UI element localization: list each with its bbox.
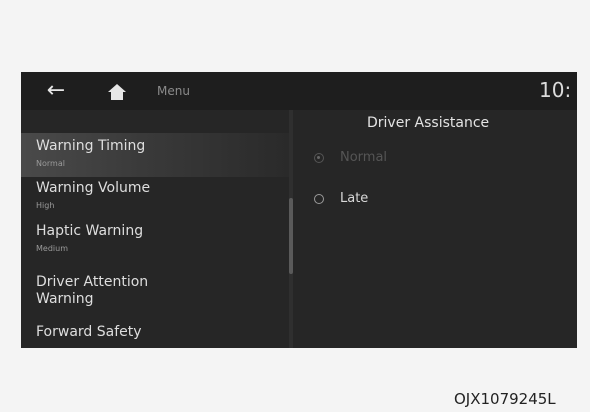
option-normal[interactable]: Normal xyxy=(314,150,514,170)
panel-title: Driver Assistance xyxy=(367,115,490,131)
options-panel xyxy=(293,110,577,348)
list-item-forward-safety[interactable]: Forward Safety xyxy=(21,320,289,348)
list-item-value: Normal xyxy=(36,159,65,168)
list-item-title: Warning Timing xyxy=(36,138,146,154)
back-arrow-icon[interactable]: ← xyxy=(43,80,69,102)
radio-checked-icon xyxy=(314,153,324,163)
list-item-title: Forward Safety xyxy=(36,324,142,340)
list-item-value: High xyxy=(36,201,55,210)
radio-unchecked-icon xyxy=(314,194,324,204)
option-label: Late xyxy=(340,191,369,206)
list-item-title: Warning Volume xyxy=(36,180,151,196)
top-bar: ← Menu 10: xyxy=(21,72,577,110)
menu-label[interactable]: Menu xyxy=(157,84,190,98)
home-icon[interactable] xyxy=(107,83,127,101)
list-item-haptic-warning[interactable]: Haptic Warning Medium xyxy=(21,221,289,265)
clock: 10: xyxy=(539,78,572,102)
list-item-title: Haptic Warning xyxy=(36,223,144,239)
option-late[interactable]: Late xyxy=(314,191,514,211)
option-label: Normal xyxy=(340,150,388,165)
list-item-value: Medium xyxy=(36,244,68,253)
list-item-warning-volume[interactable]: Warning Volume High xyxy=(21,178,289,220)
list-item-warning-timing[interactable]: Warning Timing Normal xyxy=(21,133,289,177)
list-item-title: Driver Attention Warning xyxy=(36,274,149,307)
list-item-driver-attention-warning[interactable]: Driver Attention Warning xyxy=(21,270,289,314)
figure-caption: OJX1079245L xyxy=(454,390,556,408)
